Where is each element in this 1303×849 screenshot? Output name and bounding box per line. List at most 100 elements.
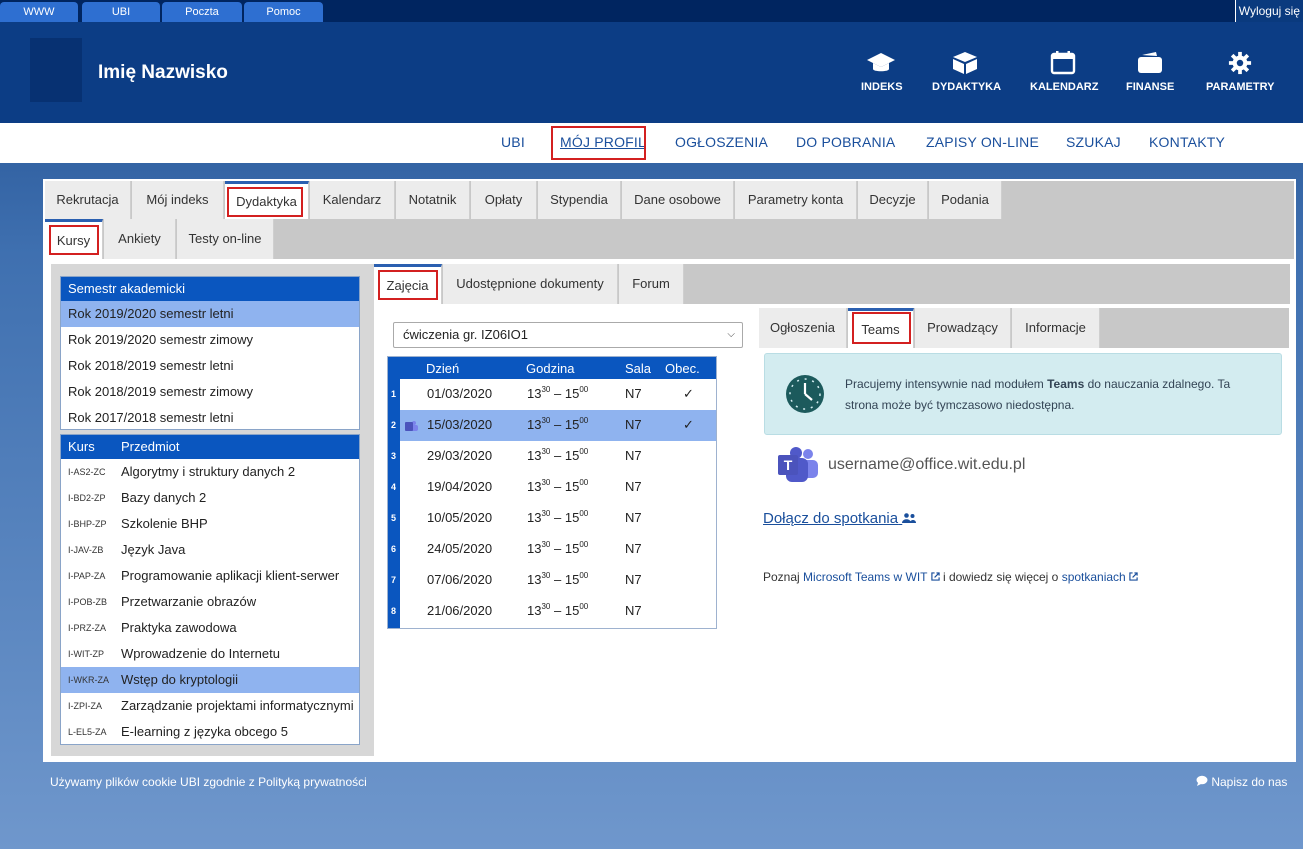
schedule-row[interactable]: 15/03/2020 1330 – 1500 N7 ✓ [400, 410, 716, 441]
nav-zapisy-online[interactable]: ZAPISY ON-LINE [926, 134, 1039, 150]
avatar[interactable] [30, 38, 82, 102]
header-parametry-button[interactable]: PARAMETRY [1206, 51, 1274, 93]
schedule-table: Dzień Godzina Sala Obec. 1 01/03/2020 1330… [387, 356, 717, 629]
tab-stypendia[interactable]: Stypendia [538, 181, 621, 219]
course-item[interactable]: I-BHP-ZP Szkolenie BHP [61, 511, 359, 537]
tab-prowadzacy[interactable]: Prowadzący [915, 308, 1011, 348]
tab-moj-indeks[interactable]: Mój indeks [132, 181, 224, 219]
nav-szukaj[interactable]: SZUKAJ [1066, 134, 1121, 150]
header-dydaktyka-button[interactable]: DYDAKTYKA [932, 51, 1001, 93]
session-room: N7 [625, 541, 642, 556]
nav-ogloszenia[interactable]: OGŁOSZENIA [675, 134, 768, 150]
teams-wit-link[interactable]: Microsoft Teams w WIT [803, 570, 940, 584]
schedule-row[interactable]: 07/06/2020 1330 – 1500 N7 [400, 565, 716, 596]
tab-oplaty[interactable]: Opłaty [471, 181, 537, 219]
course-item[interactable]: I-PAP-ZA Programowanie aplikacji klient-s… [61, 563, 359, 589]
session-room: N7 [625, 417, 642, 432]
session-time: 1330 – 1500 [527, 509, 589, 526]
row-number: 5 [391, 513, 397, 523]
schedule-row[interactable]: 01/03/2020 1330 – 1500 N7 ✓ [400, 379, 716, 410]
session-room: N7 [625, 386, 642, 401]
info-tabs: Ogłoszenia Teams Prowadzący Informacje [759, 308, 1289, 348]
course-code: I-PAP-ZA [68, 571, 106, 581]
semester-item[interactable]: Rok 2018/2019 semestr zimowy [61, 379, 359, 405]
wallet-icon [1138, 52, 1162, 73]
meetings-link[interactable]: spotkaniach [1062, 570, 1138, 584]
tab-rekrutacja[interactable]: Rekrutacja [45, 181, 131, 219]
schedule-row[interactable]: 10/05/2020 1330 – 1500 N7 [400, 503, 716, 534]
learn-more-text: Poznaj Microsoft Teams w WIT i dowiedz s… [763, 570, 1138, 584]
top-tab-poczta[interactable]: Poczta [162, 2, 242, 22]
semester-item[interactable]: Rok 2019/2020 semestr letni [61, 301, 359, 327]
teams-email: username@office.wit.edu.pl [828, 456, 1026, 473]
join-meeting-link[interactable]: Dołącz do spotkania [763, 510, 917, 527]
semester-item[interactable]: Rok 2018/2019 semestr letni [61, 353, 359, 379]
row-number: 4 [391, 482, 397, 492]
course-item[interactable]: I-JAV-ZB Język Java [61, 537, 359, 563]
group-select[interactable]: ćwiczenia gr. IZ06IO1 ⌵ [393, 322, 743, 348]
top-tab-ubi[interactable]: UBI [82, 2, 160, 22]
user-name: Imię Nazwisko [98, 62, 228, 83]
privacy-policy-link[interactable]: Polityką prywatności [258, 775, 367, 789]
course-code-header: Kurs [68, 439, 95, 454]
tab-ankiety[interactable]: Ankiety [104, 219, 176, 259]
tab-kalendarz[interactable]: Kalendarz [310, 181, 395, 219]
course-code: I-BD2-ZP [68, 493, 106, 503]
tab-podania[interactable]: Podania [929, 181, 1002, 219]
course-item[interactable]: I-AS2-ZC Algorytmy i struktury danych 2 [61, 459, 359, 485]
semester-item[interactable]: Rok 2019/2020 semestr zimowy [61, 327, 359, 353]
course-item[interactable]: I-PRZ-ZA Praktyka zawodowa [61, 615, 359, 641]
top-tab-www[interactable]: WWW [0, 2, 78, 22]
highlight-box [852, 312, 911, 344]
svg-text:T: T [784, 457, 793, 473]
schedule-row[interactable]: 24/05/2020 1330 – 1500 N7 [400, 534, 716, 565]
highlight-box [227, 187, 303, 217]
col-header-attendance: Obec. [665, 361, 700, 376]
chevron-down-icon: ⌵ [727, 329, 735, 340]
course-item[interactable]: I-ZPI-ZA Zarządzanie projektami informaty… [61, 693, 359, 719]
nav-ubi[interactable]: UBI [501, 134, 525, 150]
tab-notatnik[interactable]: Notatnik [396, 181, 470, 219]
logout-button[interactable]: Wyloguj się [1234, 0, 1303, 22]
tab-informacje[interactable]: Informacje [1012, 308, 1100, 348]
course-item[interactable]: I-WKR-ZA Wstęp do kryptologii [61, 667, 359, 693]
course-item[interactable]: I-WIT-ZP Wprowadzenie do Internetu [61, 641, 359, 667]
course-name: Programowanie aplikacji klient-serwer [121, 568, 340, 583]
nav-kontakty[interactable]: KONTAKTY [1149, 134, 1225, 150]
tab-forum[interactable]: Forum [619, 264, 684, 304]
session-date: 19/04/2020 [427, 479, 493, 494]
course-code: I-BHP-ZP [68, 519, 107, 529]
semester-item[interactable]: Rok 2017/2018 semestr letni [61, 405, 359, 431]
course-list: Kurs Przedmiot I-AS2-ZC Algorytmy i struk… [60, 434, 360, 745]
course-item[interactable]: L-EL5-ZA E-learning z języka obcego 5 [61, 719, 359, 745]
session-room: N7 [625, 510, 642, 525]
left-column: Semestr akademicki Rok 2019/2020 semestr… [51, 264, 374, 756]
contact-us-link[interactable]: Napisz do nas [1196, 775, 1287, 789]
graduation-cap-icon [867, 53, 895, 72]
tab-parametry-konta[interactable]: Parametry konta [735, 181, 857, 219]
tab-decyzje[interactable]: Decyzje [858, 181, 928, 219]
schedule-header: Dzień Godzina Sala Obec. [388, 357, 716, 379]
nav-do-pobrania[interactable]: DO POBRANIA [796, 134, 895, 150]
schedule-row[interactable]: 29/03/2020 1330 – 1500 N7 [400, 441, 716, 472]
course-name: Bazy danych 2 [121, 490, 207, 505]
course-name: Język Java [121, 542, 186, 557]
session-date: 01/03/2020 [427, 386, 493, 401]
tab-testy-online[interactable]: Testy on-line [177, 219, 274, 259]
highlight-box [551, 126, 646, 160]
tab-dane-osobowe[interactable]: Dane osobowe [622, 181, 734, 219]
course-item[interactable]: I-POB-ZB Przetwarzanie obrazów [61, 589, 359, 615]
header-finanse-button[interactable]: FINANSE [1126, 51, 1174, 93]
course-item[interactable]: I-BD2-ZP Bazy danych 2 [61, 485, 359, 511]
tab-ogloszenia[interactable]: Ogłoszenia [759, 308, 847, 348]
tab-udostepnione-dokumenty[interactable]: Udostępnione dokumenty [443, 264, 618, 304]
session-room: N7 [625, 603, 642, 618]
semester-list: Semestr akademicki Rok 2019/2020 semestr… [60, 276, 360, 430]
header-indeks-button[interactable]: INDEKS [861, 51, 903, 93]
gear-icon [1228, 51, 1252, 75]
top-tab-pomoc[interactable]: Pomoc [244, 2, 323, 22]
schedule-row[interactable]: 19/04/2020 1330 – 1500 N7 [400, 472, 716, 503]
header-kalendarz-button[interactable]: KALENDARZ [1030, 51, 1098, 93]
schedule-row[interactable]: 21/06/2020 1330 – 1500 N7 [400, 596, 716, 627]
session-room: N7 [625, 448, 642, 463]
